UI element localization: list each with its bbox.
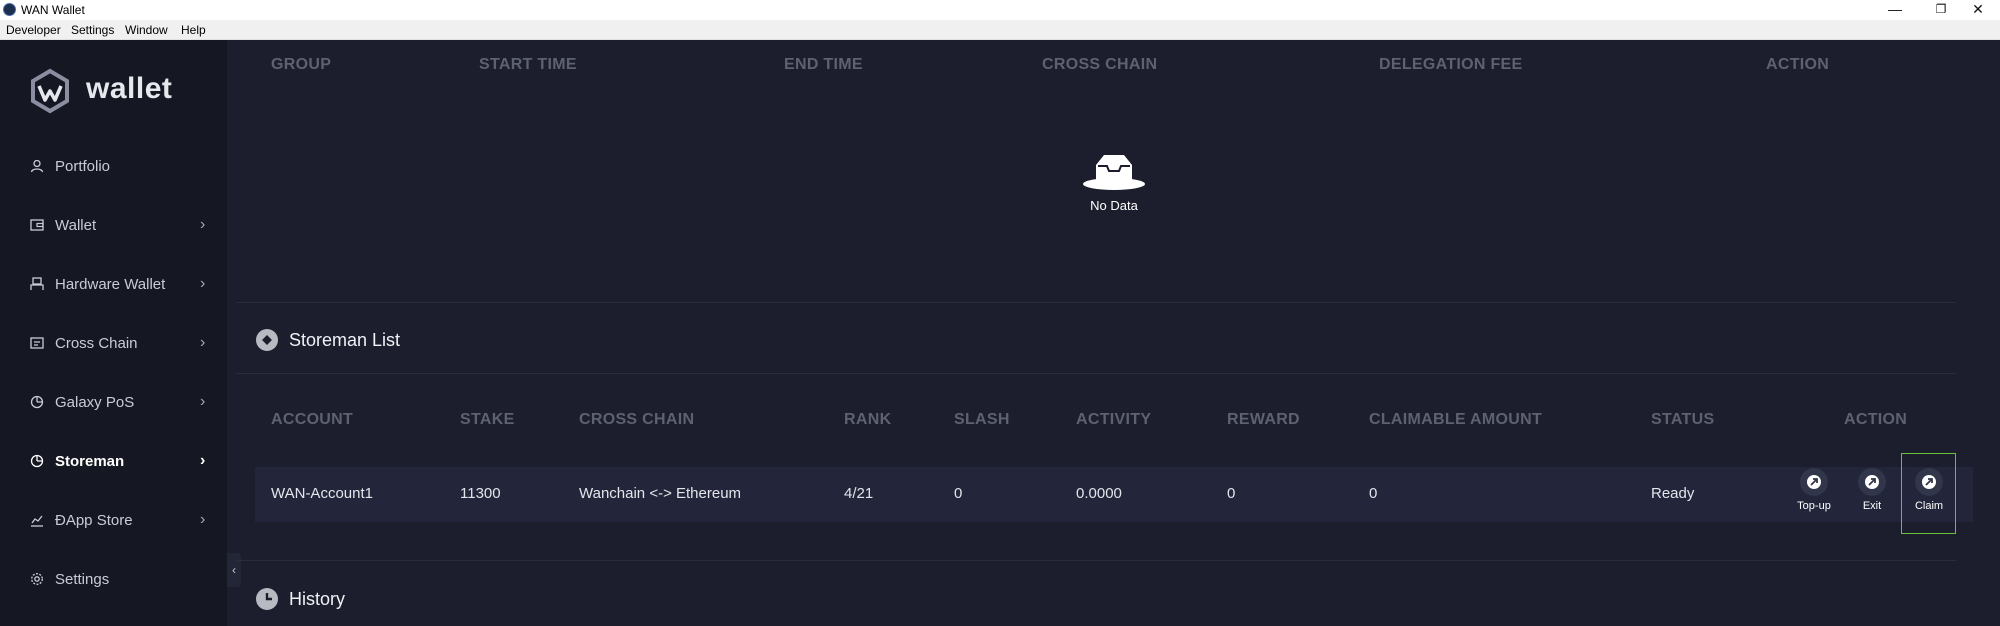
column-header[interactable]: SLASH bbox=[954, 411, 1010, 429]
chevron-right-icon: › bbox=[200, 216, 206, 233]
column-header[interactable]: DELEGATION FEE bbox=[1379, 56, 1522, 74]
menu-developer[interactable]: Developer bbox=[6, 23, 61, 37]
chevron-right-icon: › bbox=[200, 334, 206, 351]
column-header[interactable]: CROSS CHAIN bbox=[579, 411, 694, 429]
stake-cell: 11300 bbox=[460, 485, 501, 502]
column-header[interactable]: CLAIMABLE AMOUNT bbox=[1369, 411, 1542, 429]
claim-button[interactable]: Claim bbox=[1904, 468, 1954, 512]
gear-icon bbox=[31, 573, 43, 585]
wallet-icon bbox=[30, 219, 44, 231]
menu-window[interactable]: Window bbox=[125, 23, 168, 37]
sidebar-item-label: Wallet bbox=[55, 217, 97, 234]
sidebar-item-hardware-wallet[interactable]: Hardware Wallet › bbox=[0, 266, 227, 306]
logo-text: wallet bbox=[86, 72, 173, 105]
column-header[interactable]: END TIME bbox=[784, 56, 863, 74]
sidebar-item-portfolio[interactable]: Portfolio bbox=[0, 148, 227, 188]
top-up-label: Top-up bbox=[1797, 500, 1831, 512]
sidebar-item-label: Galaxy PoS bbox=[55, 394, 135, 411]
sidebar-item-label: Storeman bbox=[55, 453, 125, 470]
divider bbox=[236, 302, 1956, 303]
history-clock-icon bbox=[256, 588, 278, 610]
column-header[interactable]: RANK bbox=[844, 411, 891, 429]
chevron-right-icon: › bbox=[200, 393, 206, 410]
column-header[interactable]: REWARD bbox=[1227, 411, 1300, 429]
menu-settings[interactable]: Settings bbox=[71, 23, 114, 37]
slash-cell: 0 bbox=[954, 485, 963, 502]
column-header[interactable]: ACCOUNT bbox=[271, 411, 353, 429]
sidebar-item-settings[interactable]: Settings bbox=[0, 561, 227, 601]
column-header[interactable]: STATUS bbox=[1651, 411, 1714, 429]
claimable-cell: 0 bbox=[1369, 485, 1378, 502]
sidebar-item-label: Cross Chain bbox=[55, 335, 138, 352]
exit-label: Exit bbox=[1862, 500, 1882, 512]
rank-cell: 4/21 bbox=[844, 485, 874, 502]
sidebar-item-label: Settings bbox=[55, 571, 110, 588]
exit-button[interactable]: Exit bbox=[1847, 468, 1897, 512]
sidebar: wallet Portfolio Wallet › Hardware Walle… bbox=[0, 40, 227, 626]
cross-chain-cell: Wanchain <-> Ethereum bbox=[579, 485, 742, 502]
cross-chain-icon bbox=[30, 337, 44, 349]
history-title: History bbox=[289, 589, 346, 609]
account-cell: WAN-Account1 bbox=[271, 485, 373, 502]
wan-app-icon bbox=[3, 3, 16, 16]
wallet-logo: wallet bbox=[30, 68, 220, 118]
sidebar-item-label: ÐApp Store bbox=[55, 512, 133, 529]
column-header[interactable]: ACTIVITY bbox=[1076, 411, 1151, 429]
sidebar-item-storeman[interactable]: Storeman › bbox=[0, 443, 227, 483]
divider bbox=[236, 560, 1956, 561]
column-header[interactable]: START TIME bbox=[479, 56, 577, 74]
user-icon bbox=[30, 159, 44, 173]
reward-cell: 0 bbox=[1227, 485, 1236, 502]
empty-state: No Data bbox=[1054, 149, 1174, 213]
menu-help[interactable]: Help bbox=[181, 23, 206, 37]
column-header[interactable]: ACTION bbox=[1766, 56, 1829, 74]
sidebar-item-galaxy-pos[interactable]: Galaxy PoS › bbox=[0, 384, 227, 424]
sidebar-item-wallet[interactable]: Wallet › bbox=[0, 207, 227, 247]
chart-icon bbox=[31, 515, 43, 527]
hardware-icon bbox=[30, 277, 44, 290]
arrow-up-right-icon bbox=[1922, 475, 1936, 489]
top-up-button[interactable]: Top-up bbox=[1789, 468, 1839, 512]
pie-icon bbox=[30, 454, 44, 468]
column-header[interactable]: ACTION bbox=[1844, 411, 1907, 429]
divider bbox=[236, 373, 1956, 374]
storeman-list-icon bbox=[256, 329, 278, 351]
chevron-right-icon: › bbox=[200, 275, 206, 292]
status-cell: Ready bbox=[1651, 485, 1695, 502]
column-header[interactable]: GROUP bbox=[271, 56, 331, 74]
title-bar: WAN Wallet — ❐ ✕ bbox=[0, 0, 2000, 20]
sidebar-item-label: Hardware Wallet bbox=[55, 276, 166, 293]
close-button[interactable]: ✕ bbox=[1955, 0, 2000, 20]
sidebar-item-dapp-store[interactable]: ÐApp Store › bbox=[0, 502, 227, 542]
window-title: WAN Wallet bbox=[21, 3, 85, 17]
pie-icon bbox=[30, 395, 44, 409]
activity-cell: 0.0000 bbox=[1076, 485, 1122, 502]
empty-inbox-icon bbox=[1083, 155, 1145, 190]
column-header[interactable]: CROSS CHAIN bbox=[1042, 56, 1157, 74]
sidebar-item-cross-chain[interactable]: Cross Chain › bbox=[0, 325, 227, 365]
storeman-list-title: Storeman List bbox=[289, 330, 401, 350]
column-header[interactable]: STAKE bbox=[460, 411, 515, 429]
wan-logo-icon bbox=[31, 68, 69, 114]
minimize-button[interactable]: — bbox=[1872, 0, 1918, 20]
arrow-up-right-icon bbox=[1865, 475, 1879, 489]
arrow-up-right-icon bbox=[1807, 475, 1821, 489]
menu-bar: Developer Settings Window Help bbox=[0, 20, 2000, 40]
no-data-text: No Data bbox=[1090, 198, 1138, 213]
claim-label: Claim bbox=[1914, 500, 1944, 512]
sidebar-collapse-button[interactable]: ‹ bbox=[227, 553, 241, 587]
chevron-right-icon: › bbox=[200, 452, 206, 469]
chevron-right-icon: › bbox=[200, 511, 206, 528]
sidebar-item-label: Portfolio bbox=[55, 158, 111, 175]
